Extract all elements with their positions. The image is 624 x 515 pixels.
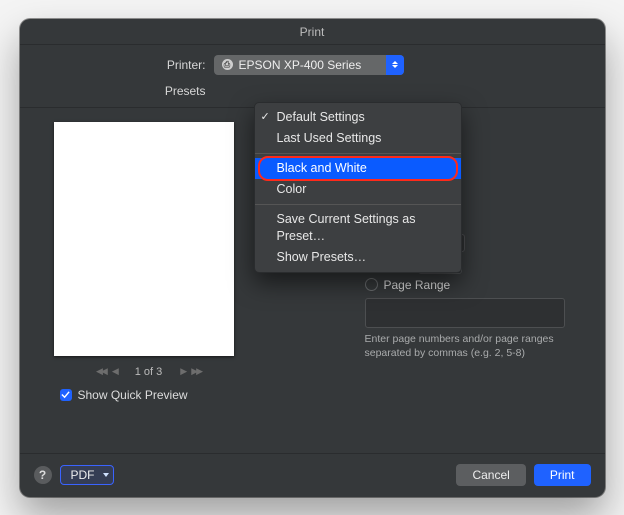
- page-preview: [54, 122, 234, 356]
- menu-item-label: Default Settings: [277, 110, 365, 124]
- menu-item-label: Color: [277, 182, 307, 196]
- menu-item-label: Save Current Settings as Preset…: [277, 212, 416, 243]
- pdf-menu-button[interactable]: PDF: [60, 465, 114, 485]
- window-title: Print: [20, 19, 605, 45]
- last-page-button[interactable]: ▶▶: [191, 366, 201, 377]
- chevron-down-icon: [103, 466, 109, 484]
- presets-menu-item-show[interactable]: Show Presets…: [255, 247, 461, 268]
- preview-column: ◀◀ ◀ 1 of 3 ▶ ▶▶ Show Quick Preview: [54, 118, 244, 402]
- show-quick-preview-row: Show Quick Preview: [60, 388, 244, 402]
- updown-icon: [386, 55, 404, 75]
- preview-pager: ◀◀ ◀ 1 of 3 ▶ ▶▶: [54, 366, 244, 378]
- presets-menu-item-color[interactable]: Color: [255, 179, 461, 200]
- prev-page-button[interactable]: ◀: [112, 366, 117, 377]
- menu-separator: [255, 153, 461, 154]
- menu-item-label: Last Used Settings: [277, 131, 382, 145]
- check-icon: ✓: [261, 109, 270, 126]
- presets-menu-item-save[interactable]: Save Current Settings as Preset…: [255, 209, 461, 247]
- show-quick-preview-checkbox[interactable]: [60, 389, 72, 401]
- presets-menu-item-bw[interactable]: Black and White: [255, 158, 461, 179]
- presets-label: Presets: [34, 84, 214, 98]
- dialog-footer: ? PDF Cancel Print: [20, 453, 605, 497]
- page-range-field[interactable]: [365, 298, 565, 328]
- presets-row: Presets: [34, 81, 591, 101]
- pdf-label: PDF: [71, 468, 95, 482]
- pager-text: 1 of 3: [135, 366, 163, 378]
- printer-label: Printer:: [34, 58, 214, 72]
- print-dialog: Print Printer: ⎙ EPSON XP-400 Series Pre…: [20, 19, 605, 497]
- pages-option-range[interactable]: Page Range: [365, 278, 591, 292]
- presets-menu-item-lastused[interactable]: Last Used Settings: [255, 128, 461, 149]
- page-range-hint: Enter page numbers and/or page ranges se…: [365, 332, 565, 360]
- cancel-button[interactable]: Cancel: [456, 464, 525, 486]
- help-button[interactable]: ?: [34, 466, 52, 484]
- dialog-content: Printer: ⎙ EPSON XP-400 Series Presets ◀…: [20, 45, 605, 451]
- show-quick-preview-label: Show Quick Preview: [78, 388, 188, 402]
- first-page-button[interactable]: ◀◀: [96, 366, 106, 377]
- menu-separator: [255, 204, 461, 205]
- printer-value: EPSON XP-400 Series: [239, 58, 362, 72]
- presets-menu-item-default[interactable]: ✓ Default Settings: [255, 107, 461, 128]
- check-icon: [61, 390, 70, 399]
- menu-item-label: Black and White: [277, 161, 367, 175]
- next-page-button[interactable]: ▶: [180, 366, 185, 377]
- print-button[interactable]: Print: [534, 464, 591, 486]
- page-range-label: Page Range: [384, 278, 451, 292]
- presets-menu[interactable]: ✓ Default Settings Last Used Settings Bl…: [254, 102, 462, 273]
- printer-icon: ⎙: [222, 59, 233, 70]
- printer-row: Printer: ⎙ EPSON XP-400 Series: [34, 55, 591, 75]
- printer-popup[interactable]: ⎙ EPSON XP-400 Series: [214, 55, 404, 75]
- radio-range[interactable]: [365, 278, 378, 291]
- menu-item-label: Show Presets…: [277, 250, 367, 264]
